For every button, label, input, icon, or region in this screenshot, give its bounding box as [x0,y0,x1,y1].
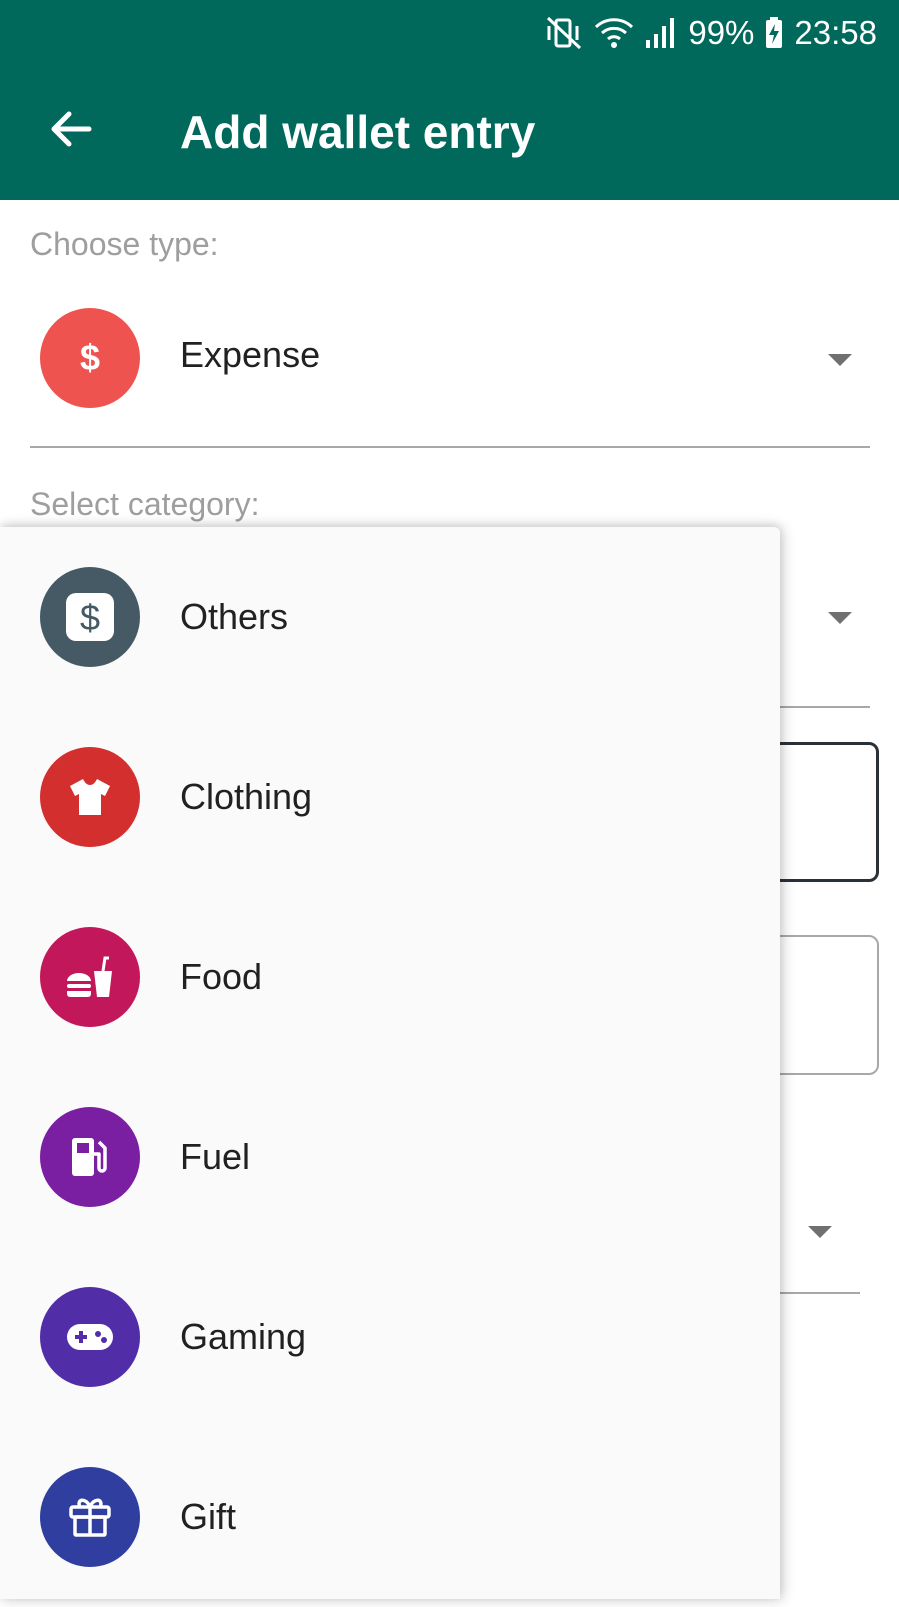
type-selected-label: Expense [180,334,321,375]
status-bar: 99% 23:58 [544,12,877,54]
dollar-icon: $ [40,308,140,408]
category-label: Others [180,596,289,637]
arrow-left-icon [47,105,95,158]
category-label: Food [180,956,263,997]
category-label: Gift [180,1496,237,1537]
select-category-label: Select category: [30,486,260,522]
category-option-others[interactable]: $ Others [0,527,780,707]
svg-text:$: $ [80,597,100,638]
category-label: Clothing [180,776,313,817]
category-option-food[interactable]: Food [0,887,780,1067]
page-title: Add wallet entry [180,106,536,158]
category-option-fuel[interactable]: Fuel [0,1067,780,1247]
category-option-gift[interactable]: Gift [0,1427,780,1607]
category-option-gaming[interactable]: Gaming [0,1247,780,1427]
category-option-clothing[interactable]: Clothing [0,707,780,887]
gas-pump-icon [40,1107,140,1207]
category-dropdown: $ Others Clothing Food Fuel Gaming Gift [0,527,780,1599]
back-button[interactable] [44,104,98,158]
app-bar: 99% 23:58 Add wallet entry [0,0,899,200]
battery-charging-icon [764,16,784,50]
chevron-down-icon [828,612,852,624]
vibrate-mute-icon [544,16,584,50]
dollar-box-icon: $ [40,567,140,667]
chevron-down-icon [828,354,852,366]
type-spinner[interactable]: $ Expense [0,290,899,420]
category-label: Gaming [180,1316,307,1357]
svg-text:$: $ [80,337,100,378]
fast-food-icon [40,927,140,1027]
type-underline [30,446,870,448]
choose-type-label: Choose type: [30,226,219,262]
category-label: Fuel [180,1136,251,1177]
gamepad-icon [40,1287,140,1387]
wifi-icon [594,16,634,50]
battery-level: 99% [688,14,755,51]
signal-icon [644,16,678,50]
chevron-down-icon [808,1226,832,1238]
clock: 23:58 [794,14,877,51]
tshirt-icon [40,747,140,847]
gift-icon [40,1467,140,1567]
